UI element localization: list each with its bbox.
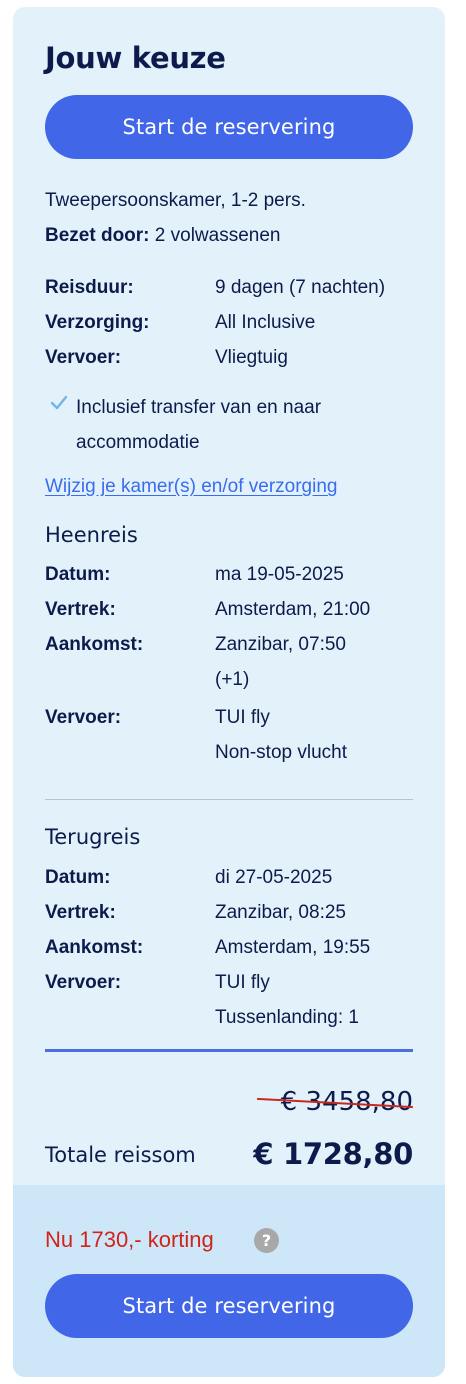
start-reservation-button-bottom[interactable]: Start de reservering — [45, 1274, 413, 1338]
start-reservation-button[interactable]: Start de reservering — [45, 95, 413, 159]
return-carrier-value: TUI fly — [215, 972, 270, 993]
return-departure-value: Zanzibar, 08:25 — [215, 902, 346, 923]
outbound-date-value: ma 19-05-2025 — [215, 564, 344, 585]
discount-text: Nu 1730,- korting — [45, 1227, 214, 1252]
price-divider — [45, 1049, 413, 1052]
outbound-carrier-value: TUI fly — [215, 707, 270, 728]
outbound-arrival-label: Aankomst: — [45, 634, 144, 655]
transfer-line-1: Inclusief transfer van en naar — [76, 397, 322, 418]
summary-title: Jouw keuze — [45, 41, 226, 75]
return-carrier-label: Vervoer: — [45, 972, 122, 993]
outbound-flight-type: Non-stop vlucht — [215, 742, 348, 763]
transport-label: Vervoer: — [45, 347, 122, 368]
return-heading: Terugreis — [45, 825, 141, 849]
outbound-departure-label: Vertrek: — [45, 599, 116, 620]
section-divider — [45, 799, 413, 800]
occupancy: Bezet door: 2 volwassenen — [45, 224, 280, 248]
return-date-value: di 27-05-2025 — [215, 867, 333, 888]
help-icon[interactable]: ? — [254, 1228, 279, 1253]
outbound-departure-value: Amsterdam, 21:00 — [215, 599, 371, 620]
board-value: All Inclusive — [215, 312, 316, 333]
occupancy-value: 2 volwassenen — [154, 225, 281, 246]
return-date-label: Datum: — [45, 867, 111, 888]
occupancy-label: Bezet door: — [45, 225, 150, 246]
discount-panel: Nu 1730,- korting ? Start de reservering — [13, 1185, 445, 1377]
transport-value: Vliegtuig — [215, 347, 288, 368]
return-stopovers: Tussenlanding: 1 — [215, 1007, 360, 1028]
return-arrival-value: Amsterdam, 19:55 — [215, 937, 371, 958]
check-icon — [50, 395, 68, 410]
transfer-line-2: accommodatie — [76, 432, 200, 453]
outbound-arrival-value: Zanzibar, 07:50 — [215, 634, 346, 655]
outbound-carrier-label: Vervoer: — [45, 707, 122, 728]
change-room-link[interactable]: Wijzig je kamer(s) en/of verzorging — [45, 475, 337, 499]
total-price-label: Totale reissom — [45, 1143, 196, 1167]
return-departure-label: Vertrek: — [45, 902, 116, 923]
return-arrival-label: Aankomst: — [45, 937, 144, 958]
total-price: € 1728,80 — [253, 1137, 413, 1171]
room-type: Tweepersoonskamer, 1-2 pers. — [45, 190, 306, 211]
outbound-heading: Heenreis — [45, 523, 138, 547]
duration-value: 9 dagen (7 nachten) — [215, 277, 386, 298]
outbound-arrival-extra: (+1) — [215, 669, 250, 690]
board-label: Verzorging: — [45, 312, 150, 333]
duration-label: Reisduur: — [45, 277, 134, 298]
outbound-date-label: Datum: — [45, 564, 111, 585]
booking-summary-card: Jouw keuze Start de reservering Tweepers… — [13, 7, 445, 1377]
